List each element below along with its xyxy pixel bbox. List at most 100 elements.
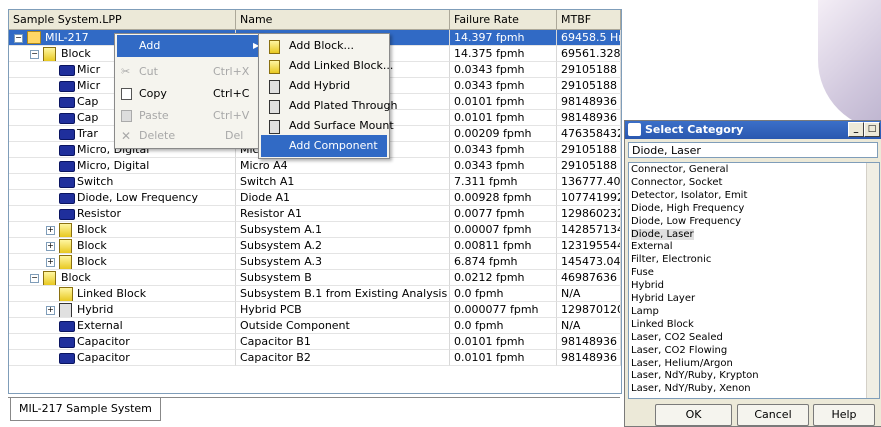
menu-item-copy[interactable]: Copy Ctrl+C <box>117 83 259 105</box>
grid-header: Sample System.LPP Name Failure Rate MTBF <box>9 10 621 30</box>
category-list-item[interactable]: Connector, Socket <box>631 177 722 188</box>
tree-cell[interactable]: + Block <box>9 222 236 238</box>
table-row[interactable]: Capacitor Capacitor B1 0.0101 fpmh 98148936… <box>9 334 621 350</box>
tree-label: Diode, Low Frequency <box>77 191 198 204</box>
category-list-item[interactable]: Hybrid Layer <box>631 293 695 304</box>
hybrid-icon <box>59 303 72 317</box>
menu-item-add-linked-block[interactable]: Add Linked Block... <box>261 55 393 77</box>
add-submenu: Add Block... Add Linked Block... Add Hyb… <box>258 33 397 159</box>
table-row[interactable]: + Block Subsystem A.10.00007 fpmh142857134… <box>9 222 621 238</box>
category-list-item[interactable]: Laser, CO2 Sealed <box>631 332 723 343</box>
category-list-item[interactable]: Laser, CO2 Flowing <box>631 345 727 356</box>
failure-rate-cell: 14.397 fpmh <box>450 30 557 46</box>
tree-cell[interactable]: + Block <box>9 238 236 254</box>
surface-mount-icon <box>269 120 280 134</box>
name-cell: Subsystem B <box>236 270 450 286</box>
menu-item-cut[interactable]: ✂ Cut Ctrl+X <box>117 61 259 83</box>
name-cell: Subsystem B.1 from Existing Analysis <box>236 286 450 302</box>
tree-cell[interactable]: + Hybrid <box>9 302 236 318</box>
expand-icon[interactable]: + <box>46 242 55 251</box>
table-row[interactable]: Linked Block Subsystem B.1 from Existing … <box>9 286 621 302</box>
tree-cell[interactable]: − Block <box>9 270 236 286</box>
tree-cell[interactable]: Capacitor <box>9 334 236 350</box>
failure-rate-cell: 0.000077 fpmh <box>450 302 557 318</box>
table-row[interactable]: Micro, Digital Micro A4 0.0343 fpmh 2910518… <box>9 158 621 174</box>
cancel-button[interactable]: Cancel <box>737 404 809 426</box>
failure-rate-cell: 0.0343 fpmh <box>450 78 557 94</box>
tree-cell[interactable]: Resistor <box>9 206 236 222</box>
tree-cell[interactable]: Micro, Digital <box>9 158 236 174</box>
tree-cell[interactable]: Diode, Low Frequency <box>9 190 236 206</box>
failure-rate-cell: 0.0343 fpmh <box>450 62 557 78</box>
tab-mil217-sample-system[interactable]: MIL-217 Sample System <box>10 398 161 421</box>
category-list-item[interactable]: Diode, Laser <box>631 228 694 240</box>
col-header-failure-rate[interactable]: Failure Rate <box>450 10 557 29</box>
category-list-item[interactable]: Laser, NdY/Ruby, Krypton <box>631 370 759 381</box>
col-header-name[interactable]: Name <box>236 10 450 29</box>
category-list-item[interactable]: Linked Block <box>631 319 694 330</box>
tree-cell[interactable]: Linked Block <box>9 286 236 302</box>
menu-item-add-component[interactable]: Add Component <box>261 135 387 157</box>
maximize-button[interactable]: □ <box>864 122 880 137</box>
component-icon <box>59 145 75 156</box>
help-button[interactable]: Help <box>813 404 875 426</box>
col-header-system[interactable]: Sample System.LPP <box>9 10 236 29</box>
mtbf-cell: 69561.328 Hrs <box>557 46 621 62</box>
category-list-item[interactable]: Laser, NdY/Ruby, Xenon <box>631 383 751 394</box>
category-list-item[interactable]: Laser, Helium/Argon <box>631 358 733 369</box>
table-row[interactable]: + Block Subsystem A.3 6.874 fpmh 145473.046 <box>9 254 621 270</box>
category-list-item[interactable]: Lamp <box>631 306 659 317</box>
col-header-mtbf[interactable]: MTBF <box>557 10 621 29</box>
tree-label: Micr <box>77 63 101 76</box>
menu-item-paste[interactable]: Paste Ctrl+V <box>117 105 259 127</box>
tree-cell[interactable]: Capacitor <box>9 350 236 366</box>
failure-rate-cell: 0.0077 fpmh <box>450 206 557 222</box>
category-list[interactable]: Connector, General Connector, Socket Detec… <box>628 162 880 399</box>
tree-label: Micro, Digital <box>77 159 150 172</box>
category-list-item[interactable]: Fuse <box>631 267 654 278</box>
minimize-button[interactable]: _ <box>848 122 864 137</box>
collapse-icon[interactable]: − <box>30 50 39 59</box>
menu-item-delete[interactable]: ✕ Delete Del <box>117 125 259 147</box>
table-row[interactable]: + Block Subsystem A.2 0.00811 fpmh 123195544 <box>9 238 621 254</box>
tree-cell[interactable]: External <box>9 318 236 334</box>
table-row[interactable]: External Outside Component 0.0 fpmh N/A <box>9 318 621 334</box>
mtbf-cell: N/A <box>557 318 621 334</box>
table-row[interactable]: Capacitor Capacitor B2 0.0101 fpmh 98148936… <box>9 350 621 366</box>
expand-icon[interactable]: + <box>46 306 55 315</box>
collapse-icon[interactable]: − <box>30 274 39 283</box>
tree-label: Block <box>77 223 107 236</box>
menu-item-add-surface-mount[interactable]: Add Surface Mount <box>261 115 394 137</box>
expand-icon[interactable]: + <box>46 226 55 235</box>
list-scrollbar[interactable] <box>866 163 879 398</box>
table-row[interactable]: Resistor Resistor A1 0.0077 fpmh 129860232 <box>9 206 621 222</box>
table-row[interactable]: Diode, Low Frequency Diode A1 0.00928 fpmh… <box>9 190 621 206</box>
menu-item-add-hybrid[interactable]: Add Hybrid <box>261 75 387 97</box>
ok-button[interactable]: OK <box>655 404 732 426</box>
category-combo[interactable]: Diode, Laser <box>628 142 878 158</box>
component-icon <box>59 129 75 140</box>
menu-item-add-plated-through[interactable]: Add Plated Through <box>261 95 397 117</box>
category-list-item[interactable]: Detector, Isolator, Emit <box>631 190 747 201</box>
category-list-item[interactable]: Filter, Electronic <box>631 254 711 265</box>
category-list-item[interactable]: Hybrid <box>631 280 664 291</box>
collapse-icon[interactable]: − <box>14 34 23 43</box>
table-row[interactable]: Switch Switch A1 7.311 fpmh 136777.406 <box>9 174 621 190</box>
category-list-item[interactable]: Diode, High Frequency <box>631 203 744 214</box>
category-list-item[interactable]: External <box>631 241 673 252</box>
block-icon <box>43 271 56 285</box>
component-icon <box>59 177 75 188</box>
name-cell: Capacitor B2 <box>236 350 450 366</box>
tree-cell[interactable]: + Block <box>9 254 236 270</box>
name-cell: Micro A4 <box>236 158 450 174</box>
table-row[interactable]: + Hybrid Hybrid PCB0.000077 fpmh129870120S <box>9 302 621 318</box>
component-icon <box>59 81 75 92</box>
table-row[interactable]: − Block Subsystem B0.0212 fpmh46987636 H <box>9 270 621 286</box>
category-list-item[interactable]: Diode, Low Frequency <box>631 216 741 227</box>
expand-icon[interactable]: + <box>46 258 55 267</box>
menu-item-add-block[interactable]: Add Block... <box>261 35 387 57</box>
menu-item-add[interactable]: Add ▶ <box>117 35 259 57</box>
category-list-item[interactable]: Connector, General <box>631 164 728 175</box>
dialog-title-bar[interactable]: Select Category _ □ <box>625 121 881 139</box>
tree-cell[interactable]: Switch <box>9 174 236 190</box>
